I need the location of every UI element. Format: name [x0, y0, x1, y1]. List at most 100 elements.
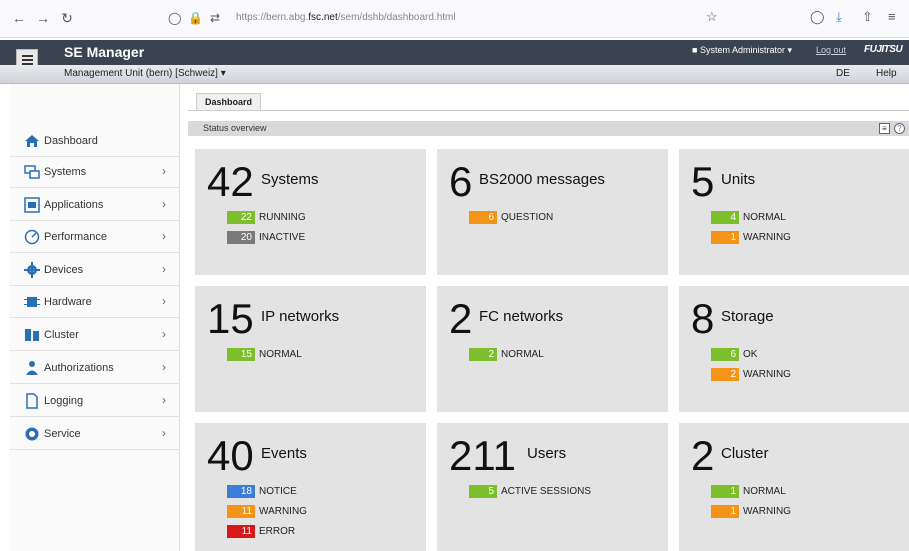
- help-button[interactable]: Help: [876, 68, 897, 79]
- user-menu[interactable]: ■ System Administrator ▾: [692, 45, 792, 56]
- chevron-right-icon: ›: [162, 360, 166, 374]
- sidebar-item-label: Service: [44, 428, 81, 440]
- sidebar-item-cluster[interactable]: Cluster ›: [10, 319, 180, 351]
- sidebar-item-service[interactable]: Service ›: [10, 418, 180, 450]
- permissions-icon: ⇄: [210, 11, 221, 25]
- tab-divider: [188, 110, 909, 111]
- status-label: NORMAL: [743, 212, 786, 223]
- app-title: SE Manager: [64, 44, 145, 60]
- help-circle-icon[interactable]: ?: [894, 123, 905, 134]
- status-badge: 2: [469, 348, 497, 361]
- sidebar-item-devices[interactable]: Devices ›: [10, 254, 180, 286]
- chevron-right-icon: ›: [162, 393, 166, 407]
- sidebar-item-hardware[interactable]: Hardware ›: [10, 286, 180, 318]
- status-label: ACTIVE SESSIONS: [501, 486, 592, 497]
- sidebar-item-dashboard[interactable]: Dashboard: [10, 125, 180, 157]
- status-badge: 2: [711, 368, 739, 381]
- tile-label: FC networks: [479, 308, 564, 325]
- sidebar-item-label: Logging: [44, 395, 84, 407]
- status-badge: 6: [711, 348, 739, 361]
- hamburger-menu-icon[interactable]: ≡: [888, 9, 896, 24]
- bookmark-star-icon[interactable]: ☆: [706, 9, 718, 25]
- status-label: ERROR: [259, 526, 296, 537]
- tile-label: IP networks: [261, 308, 340, 325]
- cluster-icon: [24, 327, 40, 343]
- url-text: https://bern.abg.fsc.net/sem/dshb/dashbo…: [236, 12, 456, 23]
- status-badge: 4: [711, 211, 739, 224]
- tile-label: Storage: [721, 308, 774, 325]
- tab-dashboard[interactable]: Dashboard: [196, 93, 262, 110]
- status-badge: 11: [227, 525, 255, 538]
- status-badge: 6: [469, 211, 497, 224]
- reload-icon[interactable]: ↻: [58, 9, 76, 27]
- management-unit-selector[interactable]: Management Unit (bern) [Schweiz] ▾: [64, 68, 226, 79]
- tile-label: Cluster: [721, 445, 769, 462]
- status-label: NORMAL: [501, 349, 544, 360]
- status-label: WARNING: [743, 232, 791, 243]
- tile-count: 15: [207, 295, 254, 342]
- sidebar-item-label: Authorizations: [44, 362, 114, 374]
- devices-icon: [24, 262, 40, 278]
- list-view-icon[interactable]: ≡: [879, 123, 890, 134]
- share-icon[interactable]: ⇧: [862, 9, 873, 25]
- status-overview-title: Status overview: [203, 123, 267, 133]
- status-badge: 11: [227, 505, 255, 518]
- sidebar-item-applications[interactable]: Applications ›: [10, 189, 180, 221]
- language-button[interactable]: DE: [836, 68, 850, 79]
- tile-count: 211: [449, 432, 516, 479]
- chevron-right-icon: ›: [162, 164, 166, 178]
- tile-label: BS2000 messages: [479, 171, 605, 188]
- status-badge: 1: [711, 485, 739, 498]
- back-icon[interactable]: ←: [10, 9, 28, 27]
- applications-icon: [24, 197, 40, 213]
- sidebar-item-systems[interactable]: Systems ›: [10, 156, 180, 188]
- chevron-right-icon: ›: [162, 262, 166, 276]
- chevron-right-icon: ›: [162, 294, 166, 308]
- tile-count: 2: [691, 432, 715, 479]
- sidebar-item-label: Systems: [44, 166, 87, 178]
- status-label: NORMAL: [743, 486, 786, 497]
- status-label: OK: [743, 349, 758, 360]
- status-label: NOTICE: [259, 486, 297, 497]
- sidebar-item-authorizations[interactable]: Authorizations ›: [10, 352, 180, 384]
- sidebar-item-label: Devices: [44, 264, 84, 276]
- tile-label: Units: [721, 171, 756, 188]
- tile-count: 8: [691, 295, 715, 342]
- lock-icon: 🔒: [188, 11, 203, 25]
- sidebar-item-label: Hardware: [44, 296, 92, 308]
- status-badge: 22: [227, 211, 255, 224]
- tile-count: 5: [691, 158, 715, 205]
- status-label: QUESTION: [501, 212, 554, 223]
- status-badge: 1: [711, 231, 739, 244]
- tile-count: 2: [449, 295, 473, 342]
- status-label: INACTIVE: [259, 232, 306, 243]
- fujitsu-logo: FUJITSU: [864, 44, 903, 55]
- forward-icon[interactable]: →: [34, 9, 52, 27]
- sidebar-item-logging[interactable]: Logging ›: [10, 385, 180, 417]
- sidebar-item-label: Cluster: [44, 329, 79, 341]
- hardware-icon: [24, 294, 40, 310]
- sidebar-item-label: Dashboard: [44, 135, 98, 147]
- address-bar[interactable]: ◯ 🔒 ⇄ https://bern.abg.fsc.net/sem/dshb/…: [168, 8, 668, 30]
- status-label: NORMAL: [259, 349, 302, 360]
- status-badge: 20: [227, 231, 255, 244]
- status-badge: 5: [469, 485, 497, 498]
- shield-icon: ◯: [168, 11, 182, 25]
- status-label: WARNING: [743, 506, 791, 517]
- tile-count: 42: [207, 158, 254, 205]
- tile-count: 6: [449, 158, 473, 205]
- tile-count: 40: [207, 432, 254, 479]
- chevron-right-icon: ›: [162, 197, 166, 211]
- performance-icon: [24, 229, 40, 245]
- download-icon[interactable]: ⤓: [836, 9, 842, 25]
- sidebar-item-label: Performance: [44, 231, 107, 243]
- authorizations-icon: [24, 360, 40, 376]
- service-icon: [24, 426, 40, 442]
- logout-link[interactable]: Log out: [816, 45, 846, 55]
- sidebar-item-performance[interactable]: Performance ›: [10, 221, 180, 253]
- chevron-right-icon: ›: [162, 327, 166, 341]
- chevron-right-icon: ›: [162, 426, 166, 440]
- pocket-icon[interactable]: ◯: [810, 9, 825, 25]
- tile-label: Users: [527, 445, 567, 462]
- status-label: WARNING: [743, 369, 791, 380]
